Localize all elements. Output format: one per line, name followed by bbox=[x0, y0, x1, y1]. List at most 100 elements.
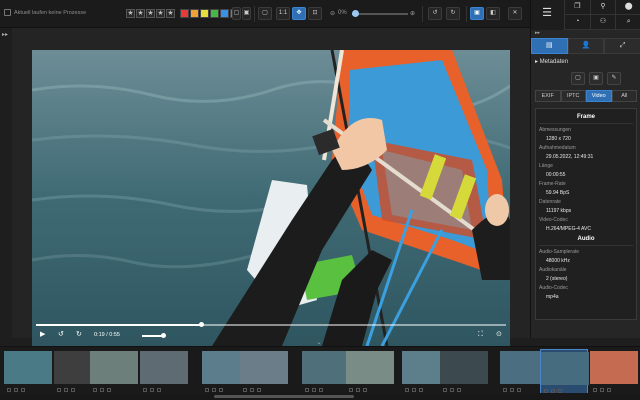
tab-metadata[interactable]: ▤ bbox=[531, 38, 568, 54]
thumbnail-flag-icon[interactable] bbox=[419, 388, 423, 392]
collapse-panel-icon[interactable]: ▸▸ bbox=[535, 30, 540, 36]
panel-tool-key-icon[interactable]: ⬤ bbox=[615, 0, 640, 15]
zoom-slider-handle[interactable] bbox=[351, 10, 359, 17]
single-view-button[interactable]: ▣ bbox=[470, 7, 484, 20]
thumbnail-flag-icon[interactable] bbox=[250, 388, 254, 392]
thumbnail-flag-icon[interactable] bbox=[21, 388, 25, 392]
thumbnail-flag-icon[interactable] bbox=[412, 388, 416, 392]
fullscreen-icon[interactable]: ⛶ bbox=[478, 331, 483, 339]
tab-exif[interactable]: EXIF bbox=[535, 90, 561, 102]
thumbnail-flag-icon[interactable] bbox=[71, 388, 75, 392]
rewind-10-icon[interactable]: ↺ bbox=[58, 331, 64, 339]
metadata-section-title[interactable]: ▸ Metadaten bbox=[535, 58, 568, 65]
thumbnail-flag-icon[interactable] bbox=[517, 388, 521, 392]
zoom-out-icon[interactable]: ⊖ bbox=[330, 10, 335, 17]
thumbnail-flag-icon[interactable] bbox=[356, 388, 360, 392]
thumbnail-flag-icon[interactable] bbox=[405, 388, 409, 392]
thumbnail-flag-icon[interactable] bbox=[219, 388, 223, 392]
play-icon[interactable]: ▶ bbox=[40, 331, 45, 339]
thumbnail-flag-icon[interactable] bbox=[143, 388, 147, 392]
zoom-slider[interactable] bbox=[351, 10, 408, 17]
tab-expand[interactable]: ⤢ bbox=[604, 38, 640, 54]
color-label-yellow[interactable] bbox=[200, 9, 209, 18]
thumbnail-flag-icon[interactable] bbox=[57, 388, 61, 392]
thumbnail-flag-icon[interactable] bbox=[312, 388, 316, 392]
thumbnail-flag-icon[interactable] bbox=[93, 388, 97, 392]
filmstrip-thumbnail[interactable] bbox=[4, 349, 52, 396]
compare-view-button[interactable]: ◧ bbox=[486, 7, 500, 20]
filmstrip-thumbnail[interactable] bbox=[346, 349, 394, 396]
thumbnail-flag-icon[interactable] bbox=[150, 388, 154, 392]
thumbnail-flag-icon[interactable] bbox=[319, 388, 323, 392]
thumbnail-flag-icon[interactable] bbox=[363, 388, 367, 392]
panel-tool-search-icon[interactable]: ⌕ bbox=[615, 15, 640, 30]
thumbnail-flag-icon[interactable] bbox=[457, 388, 461, 392]
fill-button[interactable]: ⊡ bbox=[308, 7, 322, 20]
thumbnail-flag-icon[interactable] bbox=[14, 388, 18, 392]
rotate-right-button[interactable]: ↻ bbox=[446, 7, 460, 20]
thumbnail-flag-icon[interactable] bbox=[443, 388, 447, 392]
star-icon[interactable]: ★ bbox=[166, 9, 175, 18]
color-label-green[interactable] bbox=[210, 9, 219, 18]
filmstrip-thumbnail[interactable] bbox=[90, 349, 138, 396]
tab-iptc[interactable]: IPTC bbox=[560, 90, 586, 102]
star-icon[interactable]: ★ bbox=[146, 9, 155, 18]
thumbnail-flag-icon[interactable] bbox=[7, 388, 11, 392]
thumbnail-flag-icon[interactable] bbox=[107, 388, 111, 392]
move-button[interactable]: ✥ bbox=[292, 7, 306, 20]
thumbnail-flag-icon[interactable] bbox=[243, 388, 247, 392]
volume-slider[interactable] bbox=[142, 333, 166, 338]
panel-tool-people-icon[interactable]: ⚇ bbox=[589, 15, 616, 30]
tool-b-button[interactable]: ▣ bbox=[242, 7, 251, 20]
filmstrip-thumbnail[interactable] bbox=[440, 349, 488, 396]
one-to-one-button[interactable]: 1:1 bbox=[276, 7, 290, 20]
metadata-menu-icon[interactable]: ☰ bbox=[537, 6, 557, 24]
thumbnail-flag-icon[interactable] bbox=[600, 388, 604, 392]
filmstrip-thumbnail[interactable] bbox=[302, 349, 350, 396]
thumbnail-flag-icon[interactable] bbox=[212, 388, 216, 392]
panel-tool-pin-icon[interactable]: ⚲ bbox=[589, 0, 616, 15]
filmstrip-scrollbar[interactable] bbox=[214, 395, 354, 398]
star-icon[interactable]: ★ bbox=[126, 9, 135, 18]
color-label-red[interactable] bbox=[180, 9, 189, 18]
expand-left-panel-icon[interactable]: ▸▸ bbox=[2, 31, 8, 38]
thumbnail-flag-icon[interactable] bbox=[305, 388, 309, 392]
filmstrip-thumbnail[interactable] bbox=[540, 349, 589, 396]
edit-icon[interactable]: ✎ bbox=[607, 72, 621, 85]
filmstrip-thumbnail[interactable] bbox=[140, 349, 188, 396]
thumbnail-flag-icon[interactable] bbox=[349, 388, 353, 392]
thumbnail-flag-icon[interactable] bbox=[64, 388, 68, 392]
thumbnail-flag-icon[interactable] bbox=[503, 388, 507, 392]
zoom-in-icon[interactable]: ⊕ bbox=[410, 10, 415, 17]
thumbnail-flag-icon[interactable] bbox=[205, 388, 209, 392]
thumbnail-flag-icon[interactable] bbox=[257, 388, 261, 392]
color-label-orange[interactable] bbox=[190, 9, 199, 18]
close-viewer-button[interactable]: ✕ bbox=[508, 7, 522, 20]
video-scrub-handle[interactable] bbox=[198, 322, 204, 327]
forward-10-icon[interactable]: ↻ bbox=[76, 331, 82, 339]
star-icon[interactable]: ★ bbox=[156, 9, 165, 18]
metadata-view-a-icon[interactable]: ▢ bbox=[571, 72, 585, 85]
tab-people[interactable]: 👤 bbox=[567, 38, 605, 54]
star-icon[interactable]: ★ bbox=[136, 9, 145, 18]
filmstrip-thumbnail[interactable] bbox=[240, 349, 288, 396]
fit-button[interactable]: ▢ bbox=[258, 7, 272, 20]
panel-tool-history-icon[interactable]: ◔ bbox=[564, 15, 590, 30]
thumbnail-flag-icon[interactable] bbox=[593, 388, 597, 392]
star-rating[interactable]: ★ ★ ★ ★ ★ bbox=[126, 9, 175, 18]
thumbnail-flag-icon[interactable] bbox=[510, 388, 514, 392]
tool-a-button[interactable]: ▢ bbox=[232, 7, 241, 20]
thumbnail-flag-icon[interactable] bbox=[450, 388, 454, 392]
thumbnail-flag-icon[interactable] bbox=[157, 388, 161, 392]
playback-speed-icon[interactable]: ⊙ bbox=[496, 331, 502, 339]
color-label-blue[interactable] bbox=[220, 9, 229, 18]
panel-tool-copy-icon[interactable]: ❐ bbox=[564, 0, 590, 15]
video-player[interactable]: ▶ ↺ ↻ 0:19 / 0:55 ⛶ ⊙ bbox=[32, 50, 510, 346]
tab-video[interactable]: Video bbox=[586, 90, 612, 102]
tab-all[interactable]: All bbox=[611, 90, 637, 102]
volume-handle[interactable] bbox=[161, 333, 166, 338]
thumbnail-flag-icon[interactable] bbox=[607, 388, 611, 392]
rotate-left-button[interactable]: ↺ bbox=[428, 7, 442, 20]
filmstrip-thumbnail[interactable] bbox=[590, 349, 638, 396]
video-progress-bar[interactable] bbox=[36, 322, 506, 327]
